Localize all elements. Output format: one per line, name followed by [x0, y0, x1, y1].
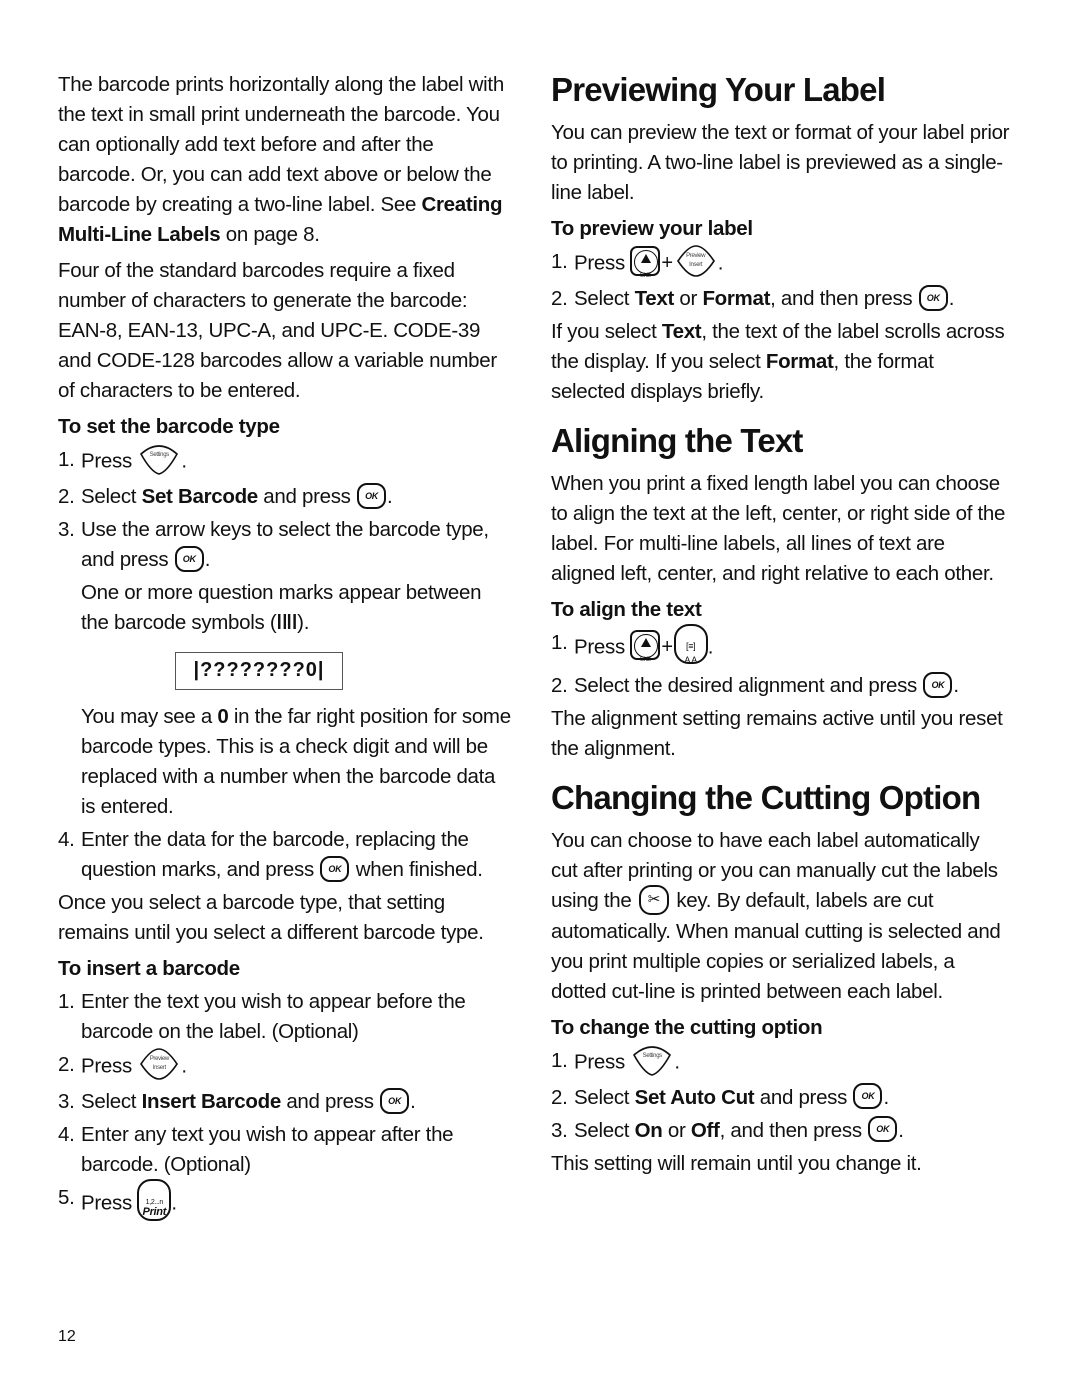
- barcode-symbol-icon: ǀǁǀ: [276, 611, 298, 634]
- insert-step-1: 1. Enter the text you wish to appear befo…: [58, 990, 466, 1043]
- cutting-step-3: 3. Select On or Off, and then press OK.: [551, 1116, 1011, 1146]
- ok-key-icon: OK: [868, 1116, 898, 1143]
- insert-step-3: 3. Select Insert Barcode and press OK.: [58, 1087, 513, 1117]
- title-previewing-your-label: Previewing Your Label: [551, 71, 886, 108]
- left-column: The barcode prints horizontally along th…: [58, 70, 513, 1228]
- cutting-step-2: 2. Select Set Auto Cut and press OK.: [551, 1083, 1011, 1113]
- intro-paragraph-1: The barcode prints horizontally along th…: [58, 73, 504, 246]
- cutting-after: This setting will remain until you chang…: [551, 1151, 922, 1175]
- title-changing-cutting-option: Changing the Cutting Option: [551, 779, 981, 816]
- set-type-step-1: 1. Press Settings .: [58, 445, 513, 479]
- ok-key-icon: OK: [918, 284, 948, 311]
- cutting-step-1: 1. Press Settings .: [551, 1043, 1011, 1080]
- shift-key-icon: Shift: [630, 246, 661, 279]
- barcode-display-example: |????????0|: [175, 652, 343, 690]
- preview-step-2: 2. Select Text or Format, and then press …: [551, 284, 1011, 314]
- heading-set-barcode-type: To set the barcode type: [58, 415, 280, 438]
- heading-align-the-text: To align the text: [551, 598, 702, 621]
- set-type-step-2: 2. Select Set Barcode and press OK.: [58, 482, 513, 512]
- preview-step-1: 1. Press Shift + Preview Insert .: [551, 244, 1011, 281]
- after-set-type-paragraph: Once you select a barcode type, that set…: [58, 891, 484, 944]
- settings-key-icon: Settings: [137, 442, 181, 476]
- print-key-icon: 1,2...n Print: [137, 1179, 172, 1221]
- heading-preview-your-label: To preview your label: [551, 217, 753, 240]
- set-type-note-2: You may see a 0 in the far right positio…: [81, 705, 511, 818]
- insert-step-2: 2. Press Preview Insert .: [58, 1047, 513, 1084]
- ok-key-icon: OK: [174, 545, 204, 572]
- heading-change-cutting-option: To change the cutting option: [551, 1015, 823, 1039]
- insert-step-5: 5. Press 1,2...n Print .: [58, 1179, 513, 1225]
- page-number: 12: [58, 1328, 76, 1345]
- insert-step-4: 4. Enter any text you wish to appear afte…: [58, 1123, 454, 1176]
- align-key-icon: [≡] A A: [673, 624, 708, 665]
- ok-key-icon: OK: [380, 1087, 410, 1114]
- ok-key-icon: OK: [923, 671, 953, 698]
- cutting-intro: You can choose to have each label automa…: [551, 829, 1001, 1003]
- ok-key-icon: OK: [357, 482, 387, 509]
- preview-insert-key-icon: Preview Insert: [137, 1047, 181, 1081]
- shift-key-icon: Shift: [630, 630, 661, 663]
- right-column: Previewing Your Label You can preview th…: [551, 70, 1011, 1185]
- set-type-note-1: One or more question marks appear betwee…: [81, 581, 482, 634]
- preview-insert-key-icon: Preview Insert: [674, 244, 718, 278]
- heading-insert-barcode: To insert a barcode: [58, 957, 240, 980]
- preview-intro: You can preview the text or format of yo…: [551, 121, 1010, 204]
- set-type-step-3: 3. Use the arrow keys to select the barco…: [58, 518, 489, 572]
- align-after: The alignment setting remains active unt…: [551, 707, 1003, 760]
- ok-key-icon: OK: [853, 1083, 883, 1110]
- scissors-key-icon: ✂: [638, 884, 669, 915]
- preview-after: If you select Text, the text of the labe…: [551, 320, 1005, 403]
- ok-key-icon: OK: [320, 855, 350, 882]
- align-step-2: 2. Select the desired alignment and press…: [551, 671, 1011, 701]
- intro-paragraph-2: Four of the standard barcodes require a …: [58, 259, 497, 402]
- align-step-1: 1. Press Shift + [≡] A A .: [551, 624, 1011, 668]
- title-aligning-the-text: Aligning the Text: [551, 422, 803, 459]
- align-intro: When you print a fixed length label you …: [551, 472, 1006, 585]
- set-type-step-4: 4. Enter the data for the barcode, replac…: [58, 828, 483, 882]
- settings-key-icon: Settings: [630, 1043, 674, 1077]
